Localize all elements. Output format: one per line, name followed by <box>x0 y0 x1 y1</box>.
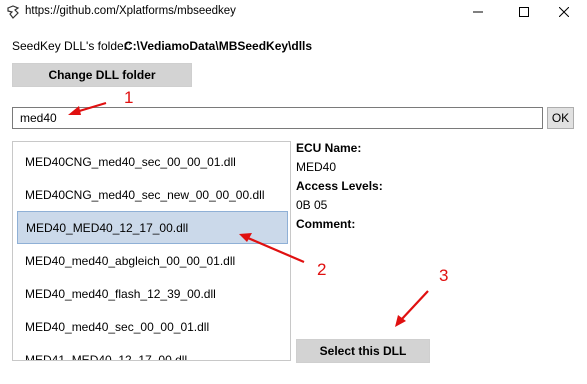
folder-path: C:\VediamoData\MBSeedKey\dlls <box>124 39 313 53</box>
annotation-2: 2 <box>317 260 327 279</box>
ecu-name-label: ECU Name: <box>296 141 362 155</box>
list-item[interactable]: MED40CNG_med40_sec_00_00_01.dll <box>17 145 288 178</box>
change-dll-folder-button[interactable]: Change DLL folder <box>12 63 192 87</box>
list-item-selected[interactable]: MED40_MED40_12_17_00.dll <box>17 211 288 244</box>
annotation-arrowhead-3 <box>395 315 406 327</box>
access-levels-value: 0B 05 <box>296 198 328 212</box>
list-item[interactable]: MED40_med40_flash_12_39_00.dll <box>17 277 288 310</box>
list-item[interactable]: MED41_MED40_12_17_00.dll <box>17 343 288 361</box>
window-title: https://github.com/Xplatforms/mbseedkey <box>25 5 236 17</box>
annotation-arrow-3 <box>400 290 429 321</box>
search-input[interactable] <box>12 107 543 129</box>
list-item[interactable]: MED40_med40_abgleich_00_00_01.dll <box>17 244 288 277</box>
title-bar: https://github.com/Xplatforms/mbseedkey <box>0 0 587 24</box>
annotation-1: 1 <box>124 88 134 107</box>
ecu-name-value: MED40 <box>296 160 337 174</box>
ok-button[interactable]: OK <box>547 107 574 129</box>
select-dll-button[interactable]: Select this DLL <box>296 339 430 363</box>
list-item[interactable]: MED40CNG_med40_sec_new_00_00_00.dll <box>17 178 288 211</box>
app-icon <box>6 5 20 19</box>
close-icon <box>559 7 569 17</box>
minimize-button[interactable] <box>455 0 501 24</box>
folder-label: SeedKey DLL's folder: <box>12 39 132 53</box>
close-button[interactable] <box>541 0 587 24</box>
annotation-3: 3 <box>439 266 449 285</box>
list-item[interactable]: MED40_med40_sec_00_00_01.dll <box>17 310 288 343</box>
maximize-icon <box>519 7 529 17</box>
dll-list[interactable]: MED40CNG_med40_sec_00_00_01.dll MED40CNG… <box>12 141 291 361</box>
access-levels-label: Access Levels: <box>296 179 383 193</box>
minimize-icon <box>473 7 483 17</box>
comment-label: Comment: <box>296 217 356 231</box>
